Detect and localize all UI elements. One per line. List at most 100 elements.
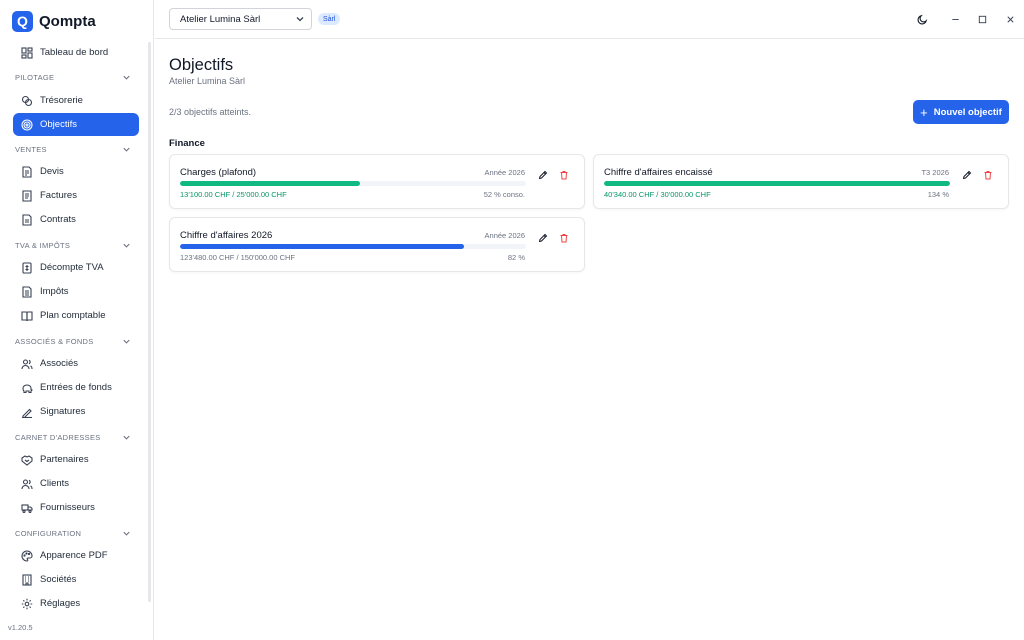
users-icon — [21, 478, 33, 490]
page-subtitle: Atelier Lumina Sàrl — [169, 76, 246, 86]
sidebar-item-entrees-de-fonds[interactable]: Entrées de fonds — [13, 376, 139, 399]
sidebar-nav: Tableau de bord PILOTAGE Trésorerie Obje… — [0, 40, 148, 616]
legal-form-badge: Sàrl — [318, 13, 341, 25]
objective-progress-fill — [180, 181, 360, 186]
theme-toggle-button[interactable] — [915, 12, 929, 26]
objective-period: Année 2026 — [484, 168, 525, 177]
sidebar-item-associes[interactable]: Associés — [13, 352, 139, 375]
app-logo-icon: Q — [12, 10, 33, 32]
sidebar-group-pilotage[interactable]: PILOTAGE — [15, 70, 131, 84]
sidebar-item-tableau-de-bord[interactable]: Tableau de bord — [13, 41, 139, 64]
sidebar-item-impots[interactable]: Impôts — [13, 280, 139, 303]
objective-card[interactable]: Chiffre d'affaires encaissé T3 2026 40'3… — [593, 154, 1009, 209]
maximize-button[interactable] — [975, 12, 989, 26]
sidebar-item-label: Associés — [40, 358, 79, 369]
maximize-icon — [978, 15, 986, 23]
objective-amounts: 13'100.00 CHF / 25'000.00 CHF — [180, 190, 287, 199]
sidebar-item-plan-comptable[interactable]: Plan comptable — [13, 304, 139, 327]
page-title: Objectifs — [169, 56, 234, 74]
invoice-icon — [21, 189, 33, 202]
app-version: v1.20.5 — [8, 623, 33, 632]
sidebar-item-tresorerie[interactable]: Trésorerie — [13, 89, 139, 112]
book-icon — [21, 310, 33, 322]
chevron-down-icon — [123, 75, 130, 80]
sidebar-item-devis[interactable]: Devis — [13, 160, 139, 183]
sidebar-item-label: Partenaires — [40, 454, 89, 465]
sidebar-item-signatures[interactable]: Signatures — [13, 400, 139, 423]
sidebar-group-tva-impots[interactable]: TVA & IMPÔTS — [15, 238, 131, 252]
objective-progress-track — [180, 244, 526, 249]
chevron-down-icon — [123, 243, 130, 248]
sidebar-item-label: Tableau de bord — [40, 47, 109, 58]
edit-button[interactable] — [537, 232, 549, 244]
sidebar-item-label: Devis — [40, 166, 64, 177]
sidebar-item-label: Factures — [40, 190, 77, 201]
delete-button[interactable] — [982, 169, 994, 181]
delete-button[interactable] — [558, 169, 570, 181]
sidebar-group-configuration[interactable]: CONFIGURATION — [15, 526, 131, 540]
objective-progress-fill — [604, 181, 950, 186]
sidebar-item-label: Entrées de fonds — [40, 382, 112, 393]
close-button[interactable] — [1003, 12, 1017, 26]
chevron-down-icon — [296, 17, 304, 22]
objective-progress-fill — [180, 244, 464, 249]
sidebar-item-decompte-tva[interactable]: Décompte TVA — [13, 256, 139, 279]
objective-card[interactable]: Chiffre d'affaires 2026 Année 2026 123'4… — [169, 217, 585, 272]
handshake-icon — [21, 454, 33, 466]
sidebar-item-partenaires[interactable]: Partenaires — [13, 448, 139, 471]
sidebar-group-ventes[interactable]: VENTES — [15, 142, 131, 156]
sidebar-item-label: Signatures — [40, 406, 86, 417]
sidebar-item-label: Décompte TVA — [40, 262, 104, 273]
sidebar-item-label: Sociétés — [40, 574, 77, 585]
sidebar-item-fournisseurs[interactable]: Fournisseurs — [13, 496, 139, 519]
company-select[interactable]: Atelier Lumina Sàrl — [169, 8, 312, 30]
sidebar-group-label: PILOTAGE — [15, 72, 55, 82]
sidebar-item-societes[interactable]: Sociétés — [13, 568, 139, 591]
sidebar-item-reglages[interactable]: Réglages — [13, 592, 139, 615]
signature-icon — [21, 406, 33, 418]
sidebar-group-carnet-adresses[interactable]: CARNET D'ADRESSES — [15, 430, 131, 444]
objective-name: Chiffre d'affaires encaissé — [604, 167, 713, 178]
new-objective-button[interactable]: + Nouvel objectif — [913, 100, 1009, 124]
company-select-value: Atelier Lumina Sàrl — [180, 13, 261, 25]
minimize-button[interactable] — [948, 12, 962, 26]
pencil-icon — [962, 170, 972, 180]
sidebar: Q Qompta Tableau de bord PILOTAGE Trésor… — [0, 0, 154, 640]
sidebar-scrollbar[interactable] — [148, 42, 151, 602]
chevron-down-icon — [123, 435, 130, 440]
app-name: Qompta — [39, 12, 96, 30]
sidebar-item-factures[interactable]: Factures — [13, 184, 139, 207]
sidebar-item-label: Contrats — [40, 214, 76, 225]
sidebar-item-apparence-pdf[interactable]: Apparence PDF — [13, 544, 139, 567]
tax-icon — [21, 285, 33, 298]
sidebar-item-label: Apparence PDF — [40, 550, 108, 561]
sidebar-item-objectifs[interactable]: Objectifs — [13, 113, 139, 136]
delete-button[interactable] — [558, 232, 570, 244]
objective-card[interactable]: Charges (plafond) Année 2026 13'100.00 C… — [169, 154, 585, 209]
objective-percentage: 52 % conso. — [483, 190, 525, 199]
objective-progress-track — [180, 181, 526, 186]
sidebar-item-clients[interactable]: Clients — [13, 472, 139, 495]
sidebar-item-label: Objectifs — [40, 119, 77, 130]
pencil-icon — [538, 233, 548, 243]
pencil-icon — [538, 170, 548, 180]
edit-button[interactable] — [537, 169, 549, 181]
sidebar-group-label: CONFIGURATION — [15, 528, 82, 538]
objective-name: Charges (plafond) — [180, 167, 257, 178]
sidebar-item-label: Trésorerie — [40, 95, 83, 106]
objective-progress-track — [604, 181, 950, 186]
objective-period: T3 2026 — [921, 168, 949, 177]
sidebar-item-contrats[interactable]: Contrats — [13, 208, 139, 231]
objectives-summary: 2/3 objectifs atteints. — [169, 107, 252, 117]
sidebar-item-label: Clients — [40, 478, 70, 489]
sidebar-item-label: Réglages — [40, 598, 81, 609]
brand[interactable]: Q Qompta — [12, 10, 96, 32]
trash-icon — [560, 171, 568, 180]
section-title-finance: Finance — [169, 138, 205, 149]
sidebar-group-associes-fonds[interactable]: ASSOCIÉS & FONDS — [15, 334, 131, 348]
gear-icon — [21, 598, 33, 610]
sidebar-group-label: VENTES — [15, 144, 47, 154]
piggy-bank-icon — [21, 382, 33, 394]
minimize-icon — [951, 18, 959, 20]
edit-button[interactable] — [961, 169, 973, 181]
